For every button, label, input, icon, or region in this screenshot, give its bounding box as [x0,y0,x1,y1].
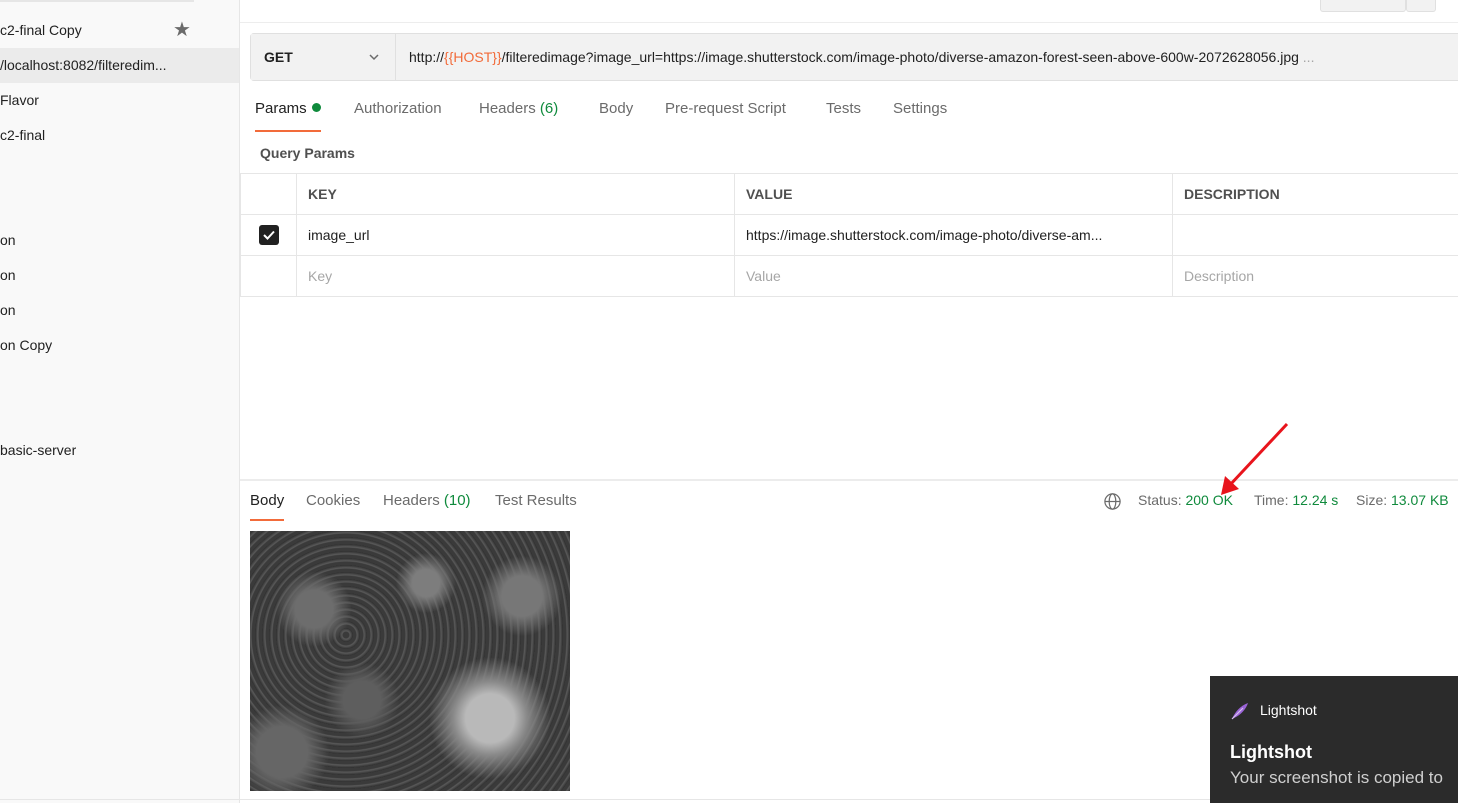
toast-app-name: Lightshot [1260,702,1317,718]
response-headers-count: (10) [443,492,471,509]
sidebar-item[interactable]: on [0,293,239,328]
response-tab-test-results[interactable]: Test Results [495,492,577,521]
table-row: image_url https://image.shutterstock.com… [240,214,1458,256]
tab-label: Settings [893,100,948,117]
url-input[interactable]: http://{{HOST}}/filteredimage?image_url=… [409,34,1314,80]
sidebar-item-label: Flavor [0,92,39,108]
sidebar-item-label: /localhost:8082/filteredim... [0,57,167,73]
param-value-cell[interactable]: https://image.shutterstock.com/image-pho… [734,214,1173,256]
response-image [250,531,570,791]
star-icon[interactable]: ★ [173,13,191,48]
method-label: GET [264,49,293,65]
sidebar-item-label: c2-final [0,127,46,143]
size-value: 13.07 KB [1391,492,1449,508]
sidebar-item-label: on Copy [0,337,53,353]
param-key-cell[interactable]: image_url [296,214,735,256]
url-overflow: ... [1298,49,1315,65]
sidebar-item[interactable]: Flavor [0,83,239,118]
time-value: 12.24 s [1292,492,1339,508]
tab-body[interactable]: Body [599,100,633,132]
query-params-title: Query Params [260,145,355,161]
query-params-table: KEY VALUE DESCRIPTION image_url https://… [240,173,1458,297]
value-placeholder[interactable]: Value [734,255,1173,297]
row-checkbox[interactable] [258,225,279,245]
table-header-row: KEY VALUE DESCRIPTION [240,173,1458,215]
params-active-dot [311,103,321,112]
save-button[interactable] [1320,0,1406,12]
tab-label: Cookies [306,492,361,509]
tab-prerequest-script[interactable]: Pre-request Script [665,100,786,132]
row-checkbox-cell [240,255,297,297]
sidebar-item[interactable]: c2-final Copy ★ [0,13,239,48]
tab-label: Authorization [354,100,442,117]
table-header-key: KEY [296,173,735,215]
tab-headers[interactable]: Headers (6) [479,100,558,132]
tab-settings[interactable]: Settings [893,100,947,132]
headers-count: (6) [539,100,559,117]
toast-title: Lightshot [1230,742,1312,762]
sidebar: c2-final Copy ★ /localhost:8082/filtered… [0,0,240,803]
tab-label: Headers [479,100,536,117]
sidebar-item-label: on [0,302,16,318]
save-dropdown-button[interactable] [1406,0,1436,12]
request-url-bar: GET http://{{HOST}}/filteredimage?image_… [250,33,1458,81]
tab-label: Body [599,100,634,117]
url-variable: {{HOST}} [444,49,502,65]
chevron-down-icon [369,54,379,61]
param-description-cell[interactable] [1172,214,1458,256]
top-toolbar [240,0,1458,23]
tab-label: Body [250,492,285,509]
table-row-empty: Key Value Description [240,255,1458,297]
response-tab-cookies[interactable]: Cookies [306,492,360,521]
sidebar-item-label: on [0,232,16,248]
table-header-value: VALUE [734,173,1173,215]
sidebar-item[interactable]: on [0,258,239,293]
tab-params[interactable]: Params [255,100,321,132]
globe-icon[interactable] [1103,492,1122,511]
response-size[interactable]: Size: 13.07 KB [1356,492,1449,508]
checkmark-icon [262,230,275,240]
sidebar-item-label: basic-server [0,442,77,458]
sidebar-item-selected[interactable]: /localhost:8082/filteredim... [0,48,239,83]
tab-label: Params [255,100,307,117]
size-label: Size: [1356,492,1388,508]
sidebar-item[interactable]: basic-server [0,433,239,468]
row-checkbox-cell [240,214,297,256]
sidebar-item-label: on [0,267,16,283]
annotation-arrow-icon [1221,422,1289,495]
url-suffix: /filteredimage?image_url=https://image.s… [501,49,1299,65]
tab-tests[interactable]: Tests [826,100,861,132]
sidebar-item[interactable]: on [0,223,239,258]
sidebar-item[interactable]: c2-final [0,118,239,153]
description-placeholder[interactable]: Description [1172,255,1458,297]
table-header-check [240,173,297,215]
status-label: Status: [1138,492,1182,508]
url-prefix: http:// [409,49,445,65]
key-placeholder[interactable]: Key [296,255,735,297]
tab-authorization[interactable]: Authorization [354,100,442,132]
lightshot-notification[interactable]: Lightshot Lightshot Your screenshot is c… [1210,676,1458,803]
sidebar-item-label: c2-final Copy [0,22,82,38]
tab-label: Test Results [495,492,577,509]
tab-label: Tests [826,100,862,117]
tab-label: Headers [383,492,440,509]
toast-message: Your screenshot is copied to [1230,768,1443,787]
table-header-description: DESCRIPTION [1172,173,1458,215]
sidebar-item[interactable]: on Copy [0,328,239,363]
response-tab-body[interactable]: Body [250,492,285,521]
feather-icon [1231,703,1248,720]
method-select[interactable]: GET [251,34,396,80]
response-tab-headers[interactable]: Headers (10) [383,492,471,521]
sidebar-divider [0,0,194,2]
tab-label: Pre-request Script [665,100,786,117]
